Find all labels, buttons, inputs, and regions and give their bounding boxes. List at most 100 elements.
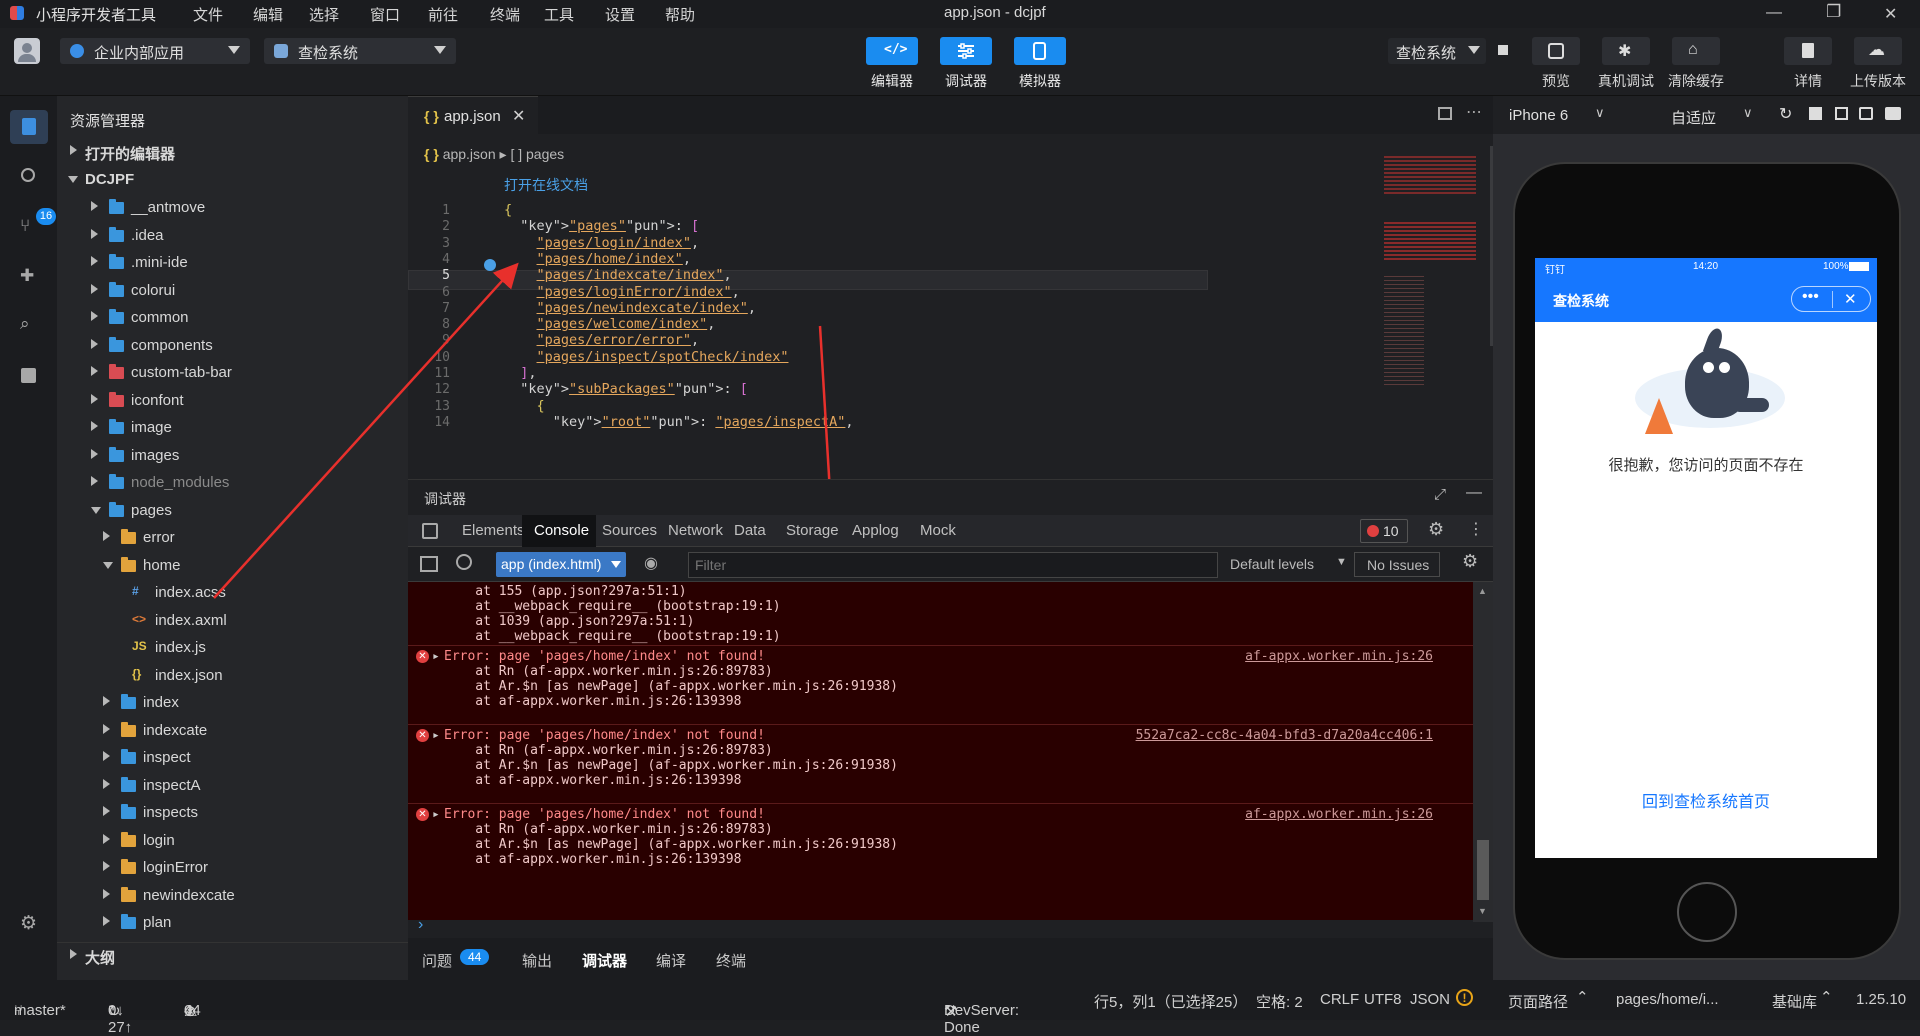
error-icon: ✕ — [416, 808, 429, 821]
cursor-position[interactable]: 行5，列1（已选择25） — [1094, 991, 1247, 1012]
cube-icon[interactable] — [1809, 107, 1822, 120]
status-bar: ⑂ master* ↻ 0↓ 27↑ ⊗ 44 ⚠ 0 ⚒ DevServer: Do… — [0, 980, 1920, 1036]
devtools-more-icon[interactable]: ⋮ — [1468, 519, 1484, 539]
page-path[interactable]: pages/home/i... — [1616, 991, 1719, 1008]
minimize-panel-icon[interactable]: — — [1466, 484, 1482, 502]
devtools-tab[interactable]: Data — [722, 515, 782, 547]
console-filter-input[interactable] — [688, 552, 1218, 578]
console-output: at 155 (app.json?297a:51:1) at __webpack… — [408, 582, 1473, 920]
console-line: at Rn (af-appx.worker.min.js:26:89783) — [444, 743, 773, 758]
error-message: Error: page 'pages/home/index' not found… — [444, 807, 765, 822]
capsule-close-icon[interactable]: ✕ — [1844, 290, 1857, 308]
console-prompt-row[interactable]: › — [408, 916, 1473, 938]
tab-problems[interactable]: 问题 — [422, 950, 452, 971]
console-line: at af-appx.worker.min.js:26:139398 — [444, 852, 742, 867]
tab-debugger[interactable]: 调试器 — [582, 950, 627, 971]
console-separator — [408, 724, 1473, 725]
devtools-tab[interactable]: Applog — [840, 515, 916, 547]
indent-setting[interactable]: 空格: 2 — [1256, 991, 1303, 1012]
more-dots-icon[interactable]: ••• — [1802, 288, 1819, 306]
devtools-tab[interactable]: Network — [656, 515, 730, 547]
console-line: at 155 (app.json?297a:51:1) — [444, 584, 687, 599]
error-source-link[interactable]: af-appx.worker.min.js:26 — [1245, 807, 1433, 822]
back-home-link[interactable]: 回到查检系统首页 — [1535, 788, 1877, 812]
devtools-tab[interactable]: Elements — [450, 515, 530, 547]
phone-frame: 钉钉 14:20 100% 查检系统 ••• ✕ 很抱歉，您访问的页面不存在 回… — [1513, 162, 1901, 960]
console-line: at Rn (af-appx.worker.min.js:26:89783) — [444, 664, 773, 679]
devtools-tab[interactable]: Storage — [774, 515, 848, 547]
error-message: Error: page 'pages/home/index' not found… — [444, 649, 765, 664]
status-time: 14:20 — [1693, 261, 1719, 272]
battery-icon — [1849, 262, 1869, 271]
capsule-menu: ••• ✕ — [1791, 286, 1871, 312]
error-source-link[interactable]: af-appx.worker.min.js:26 — [1245, 649, 1433, 664]
console-line: at __webpack_require__ (bootstrap:19:1) — [444, 599, 781, 614]
chevron-up-icon: ⌃ — [1820, 989, 1833, 1006]
branch-name: master* — [14, 1002, 66, 1019]
notification-icon[interactable]: ! — [1456, 989, 1473, 1006]
console-line: at Rn (af-appx.worker.min.js:26:89783) — [444, 822, 773, 837]
issues-button[interactable]: No Issues — [1354, 552, 1440, 577]
refresh-icon[interactable]: ↻ — [1779, 104, 1792, 124]
sidebar-toggle-icon[interactable] — [420, 556, 438, 572]
home-button[interactable] — [1677, 882, 1737, 942]
expand-error-icon[interactable]: ▸ — [432, 807, 440, 822]
base-lib-version[interactable]: 1.25.10 — [1856, 991, 1906, 1008]
console-prompt: › — [418, 916, 424, 933]
context-label: app (index.html) — [501, 556, 602, 572]
status-battery: 100% — [1823, 261, 1849, 272]
grid-icon[interactable] — [1835, 107, 1848, 120]
devtools-tab[interactable]: Console — [522, 515, 596, 547]
nav-title: 查检系统 — [1553, 293, 1609, 309]
tab-output[interactable]: 输出 — [522, 950, 552, 971]
console-separator — [408, 645, 1473, 646]
devtools-tab[interactable]: Sources — [590, 515, 664, 547]
expand-error-icon[interactable]: ▸ — [432, 649, 440, 664]
not-found-message: 很抱歉，您访问的页面不存在 — [1608, 457, 1804, 474]
console-scrollbar[interactable]: ▲ ▼ — [1473, 582, 1493, 920]
error-source-link[interactable]: 552a7ca2-cc8c-4a04-bfd3-d7a20a4cc406:1 — [1136, 728, 1433, 743]
chevron-down-icon — [611, 561, 621, 568]
log-levels-select[interactable]: Default levels — [1230, 556, 1314, 572]
debugger-title: 调试器 — [424, 491, 466, 507]
console-line: at af-appx.worker.min.js:26:139398 — [444, 694, 742, 709]
console-separator — [408, 803, 1473, 804]
device-select[interactable]: iPhone 6 — [1509, 107, 1568, 124]
console-toolbar: app (index.html) ◉ Default levels ▼ No I… — [408, 547, 1493, 582]
devtools-tab-label: Data — [734, 522, 766, 539]
console-line: at af-appx.worker.min.js:26:139398 — [444, 773, 742, 788]
error-count-badge[interactable]: 10 — [1360, 519, 1408, 543]
context-select[interactable]: app (index.html) — [496, 552, 626, 577]
eye-icon[interactable]: ◉ — [644, 553, 658, 573]
expand-error-icon[interactable]: ▸ — [432, 728, 440, 743]
page-path-label[interactable]: 页面路径 — [1508, 991, 1568, 1012]
debugger-header: 调试器 ⤢ — — [408, 479, 1493, 515]
expand-icon[interactable]: ⤢ — [1434, 486, 1446, 503]
error-icon: ✕ — [416, 650, 429, 663]
clear-console-icon[interactable] — [456, 554, 472, 570]
language-mode[interactable]: JSON — [1410, 991, 1450, 1008]
encoding-setting[interactable]: UTF8 — [1364, 991, 1402, 1008]
chevron-down-icon: ∨ — [1595, 105, 1605, 120]
tab-compile[interactable]: 编译 — [656, 950, 686, 971]
error-count: 10 — [1383, 523, 1399, 539]
base-lib-label[interactable]: 基础库 — [1772, 991, 1817, 1012]
chevron-down-icon: ▼ — [1336, 556, 1347, 568]
simulator-panel: iPhone 6 ∨ 自适应 ∨ ↻ 钉钉 14:20 100% 查检系统 ••… — [1493, 96, 1920, 980]
window-icon[interactable] — [1885, 107, 1901, 120]
chevron-down-icon: ∨ — [1743, 105, 1753, 120]
devtools-tab-label: Network — [668, 522, 724, 539]
phone-screen: 钉钉 14:20 100% 查检系统 ••• ✕ 很抱歉，您访问的页面不存在 回… — [1535, 258, 1877, 858]
console-settings-icon[interactable]: ⚙ — [1462, 551, 1478, 572]
console-line: at Ar.$n [as newPage] (af-appx.worker.mi… — [444, 758, 898, 773]
eol-setting[interactable]: CRLF — [1320, 991, 1359, 1008]
screenshot-icon[interactable] — [1859, 107, 1873, 120]
zoom-select[interactable]: 自适应 — [1671, 107, 1716, 128]
devtools-settings-icon[interactable]: ⚙ — [1428, 519, 1444, 540]
tab-terminal[interactable]: 终端 — [716, 950, 746, 971]
sync-counts: 0↓ 27↑ — [108, 1002, 133, 1036]
devtools-tab-label: Storage — [786, 522, 839, 539]
console-line: at 1039 (app.json?297a:51:1) — [444, 614, 695, 629]
devtools-tab[interactable]: Mock — [908, 515, 972, 547]
inspect-element-icon[interactable] — [422, 523, 438, 539]
